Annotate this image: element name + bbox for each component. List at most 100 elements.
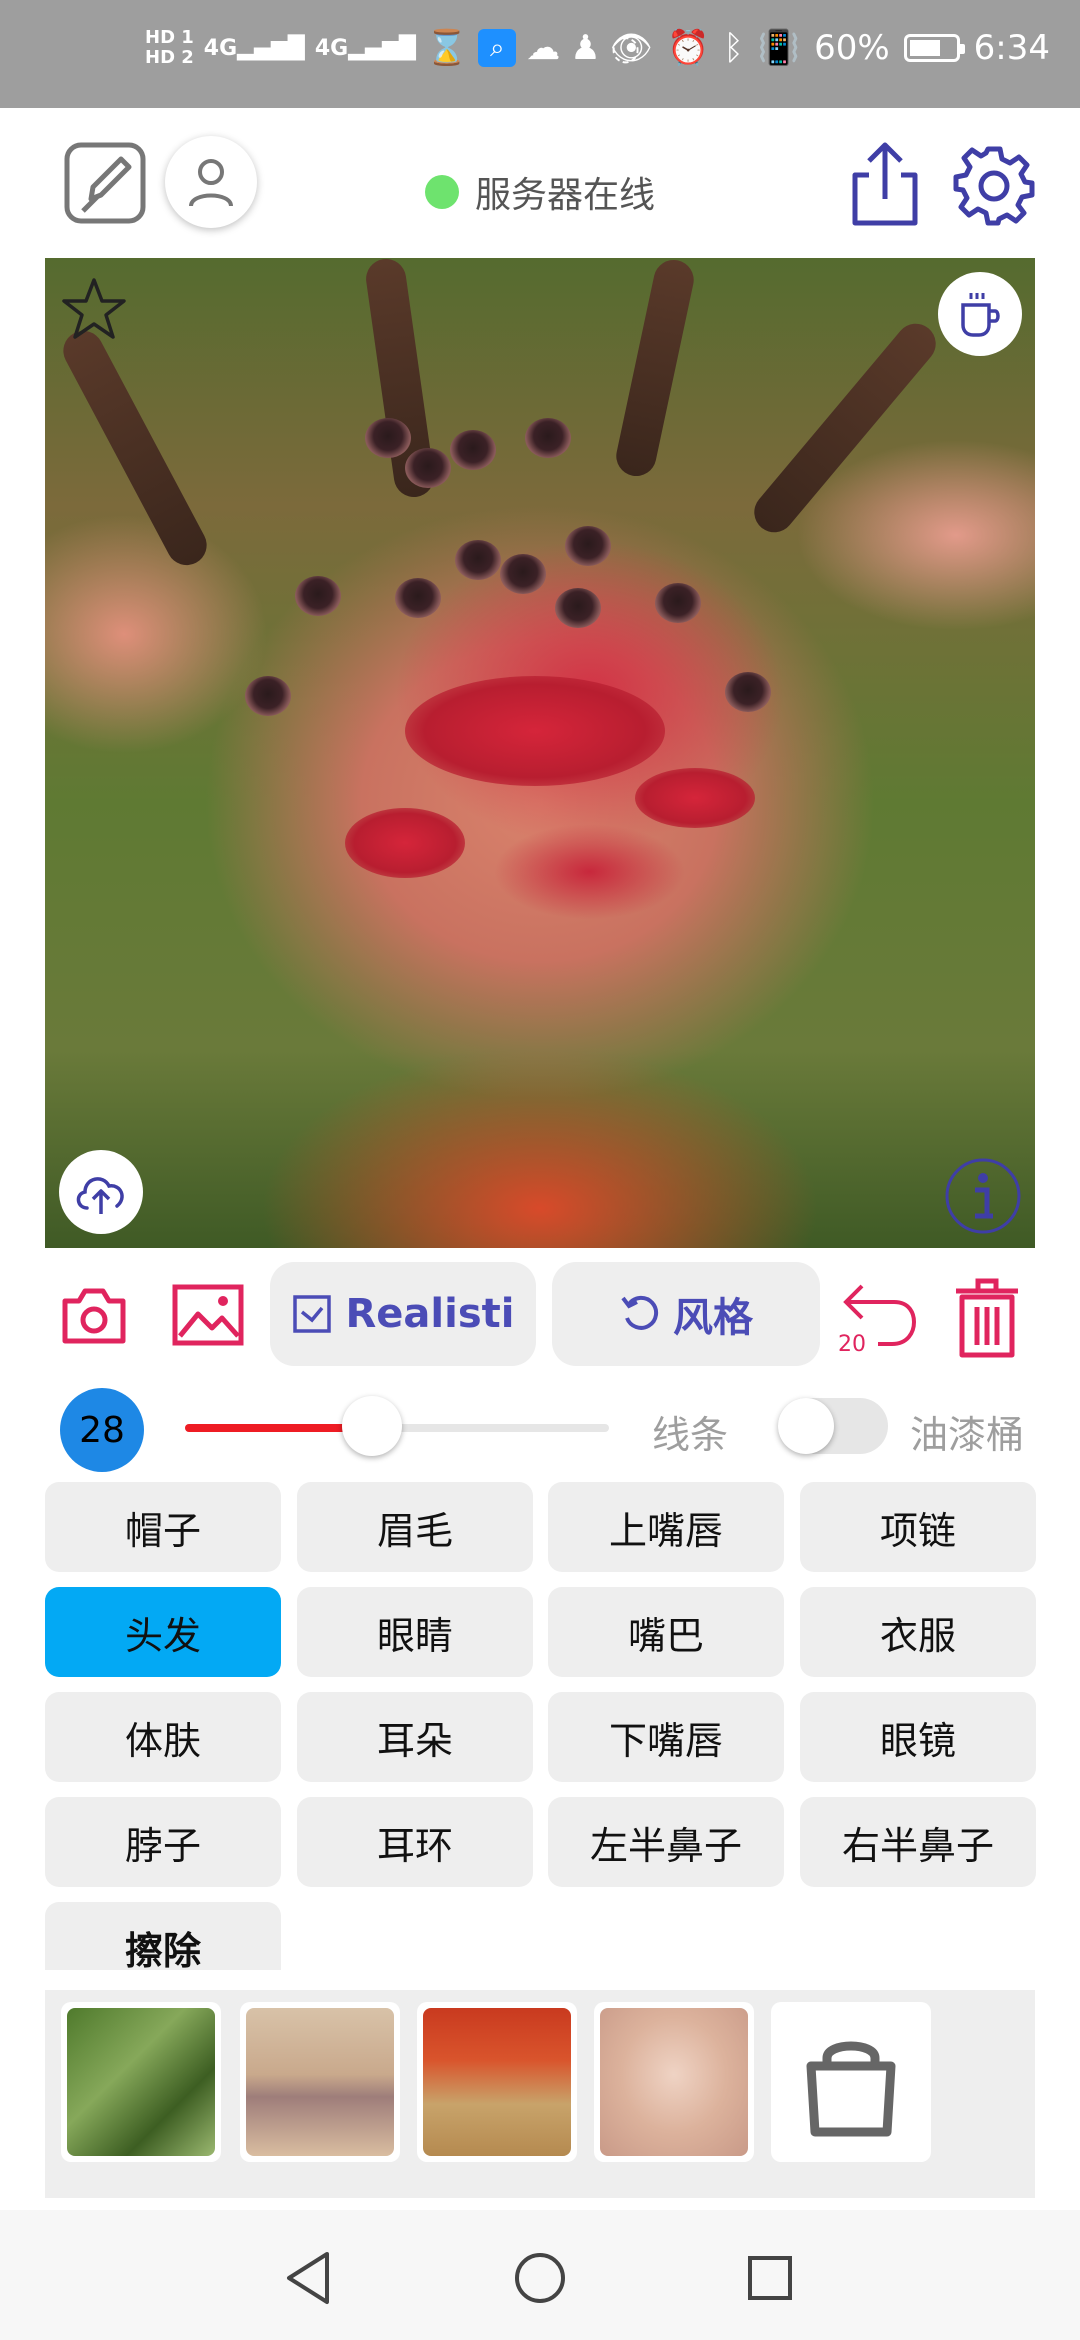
style-thumbnail[interactable]: [61, 2002, 221, 2162]
canvas-shape: [345, 808, 465, 878]
label-chip[interactable]: 脖子: [45, 1797, 281, 1887]
brush-size-slider[interactable]: [185, 1396, 609, 1456]
battery-icon: [903, 34, 965, 62]
delete-button[interactable]: [950, 1276, 1024, 1360]
thumbnail-image: [423, 2008, 571, 2156]
bluetooth-icon: ᛒ: [723, 28, 744, 68]
top-app-bar: 服务器在线: [0, 108, 1080, 258]
canvas-shape: [612, 258, 698, 480]
undo-count: 20: [838, 1332, 866, 1357]
battery-percent: 60%: [814, 28, 890, 68]
label-chip[interactable]: 项链: [800, 1482, 1036, 1572]
canvas-shape: [365, 418, 411, 458]
canvas-shape: [395, 578, 441, 618]
alarm-icon: ⏰: [666, 28, 710, 68]
back-button[interactable]: [280, 2250, 336, 2306]
recents-square-icon: [748, 2256, 792, 2300]
camera-icon: [62, 1288, 126, 1344]
upload-button[interactable]: [59, 1150, 143, 1234]
label-chip[interactable]: 帽子: [45, 1482, 281, 1572]
label-chip[interactable]: 上嘴唇: [548, 1482, 784, 1572]
drawing-canvas[interactable]: [45, 258, 1035, 1248]
canvas-shape: [555, 588, 601, 628]
cloud-upload-icon: [76, 1177, 124, 1214]
undo-button[interactable]: 20: [838, 1278, 922, 1358]
gallery-button[interactable]: [170, 1282, 246, 1348]
hd2-label: HD 2: [145, 47, 194, 68]
canvas-shape: [295, 576, 341, 616]
bucket-mode-label: 油漆桶: [910, 1413, 1025, 1457]
canvas-shape: [56, 323, 214, 573]
user-button[interactable]: [165, 136, 257, 228]
label-chip[interactable]: 嘴巴: [548, 1587, 784, 1677]
camera-button[interactable]: [58, 1284, 130, 1348]
net1-label: 4G: [203, 35, 238, 61]
vibrate-icon: 📳: [757, 28, 801, 68]
thumbnail-image: [67, 2008, 215, 2156]
net2-label: 4G: [314, 35, 349, 61]
search-app-icon: ⌕: [478, 29, 517, 67]
label-chip[interactable]: 眉毛: [297, 1482, 533, 1572]
share-button[interactable]: [845, 138, 925, 228]
wechat-icon: ☁: [526, 28, 561, 68]
label-chip[interactable]: 耳朵: [297, 1692, 533, 1782]
canvas-shape: [725, 672, 771, 712]
favorite-button[interactable]: [59, 274, 129, 344]
label-chip[interactable]: 耳环: [297, 1797, 533, 1887]
trash-icon: [956, 1278, 1018, 1358]
qq-icon: ♟: [570, 28, 601, 68]
toolbar: Realisti 风格 20: [0, 1262, 1080, 1372]
label-chip[interactable]: 左半鼻子: [548, 1797, 784, 1887]
hd1-label: HD 1: [145, 27, 194, 48]
edit-button[interactable]: [60, 138, 150, 228]
canvas-shape: [655, 583, 701, 623]
server-status-label: 服务器在线: [475, 175, 656, 216]
label-chip[interactable]: 头发: [45, 1587, 281, 1677]
style-thumbnail[interactable]: [594, 2002, 754, 2162]
coffee-cup-icon: [961, 293, 1000, 337]
canvas-shape: [635, 768, 755, 828]
rotate-icon: [621, 1295, 659, 1330]
gear-icon: [953, 146, 1035, 226]
canvas-shape: [455, 540, 501, 580]
clock: 6:34: [973, 28, 1050, 68]
status-bar: HD 1 HD 2 4G▂▄▆█ 4G▂▄▆█ ⌛ ⌕ ☁ ♟ ◌ 👁 ⏰ ᛒ …: [0, 0, 1080, 108]
style-button[interactable]: 风格: [552, 1262, 820, 1366]
star-icon: [62, 278, 126, 339]
edit-icon: [64, 142, 146, 224]
thumbnail-image: [600, 2008, 748, 2156]
back-triangle-icon: [287, 2252, 329, 2304]
label-chip[interactable]: 眼镜: [800, 1692, 1036, 1782]
canvas-shape: [450, 430, 496, 470]
label-chip[interactable]: 衣服: [800, 1587, 1036, 1677]
shop-button[interactable]: [771, 2002, 931, 2162]
canvas-shape: [245, 676, 291, 716]
share-icon: [852, 142, 918, 226]
grid-clip: [0, 1970, 1080, 1990]
label-chip[interactable]: 右半鼻子: [800, 1797, 1036, 1887]
style-thumbnail[interactable]: [417, 2002, 577, 2162]
label-chip[interactable]: 下嘴唇: [548, 1692, 784, 1782]
label-chip[interactable]: 体肤: [45, 1692, 281, 1782]
model-select-button[interactable]: Realisti: [270, 1262, 536, 1366]
online-dot: [425, 175, 459, 209]
canvas-shape: [405, 676, 665, 786]
status-left: HD 1 HD 2 4G▂▄▆█ 4G▂▄▆█ ⌛ ⌕ ☁ ♟ ◌: [145, 27, 640, 69]
shopping-bag-icon: [806, 2041, 896, 2137]
status-right: 👁 ⏰ ᛒ 📳 60% 6:34: [610, 28, 1050, 68]
bucket-toggle[interactable]: [778, 1398, 888, 1454]
home-button[interactable]: [512, 2250, 568, 2306]
settings-button[interactable]: [952, 143, 1036, 227]
server-status: 服务器在线: [425, 166, 655, 218]
info-button[interactable]: [941, 1154, 1025, 1238]
model-label: Realisti: [345, 1291, 515, 1337]
style-thumbnail[interactable]: [240, 2002, 400, 2162]
coffee-button[interactable]: [938, 272, 1022, 356]
signal1-icon: 4G▂▄▆█: [203, 35, 305, 61]
slider-thumb[interactable]: [341, 1396, 402, 1456]
style-label: 风格: [673, 1295, 753, 1341]
brush-controls: 28 线条 油漆桶: [0, 1384, 1080, 1474]
recents-button[interactable]: [744, 2252, 796, 2304]
label-chip[interactable]: 眼睛: [297, 1587, 533, 1677]
thumbnail-image: [246, 2008, 394, 2156]
